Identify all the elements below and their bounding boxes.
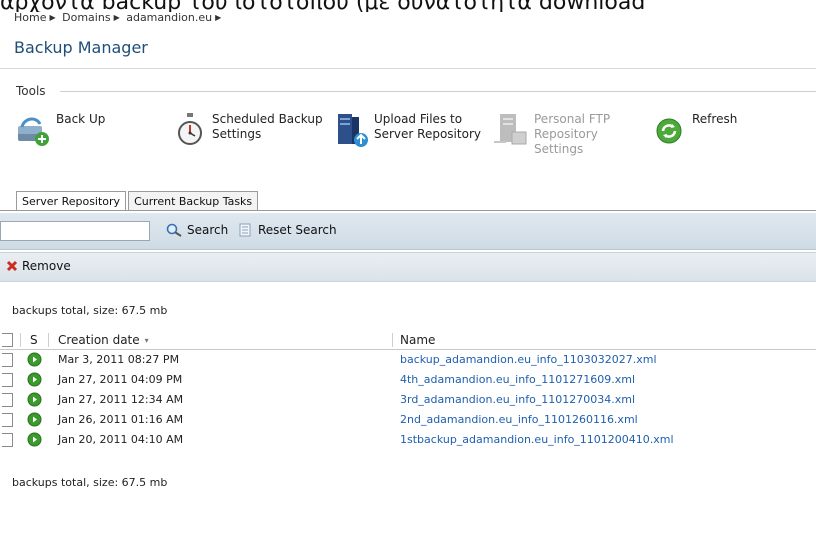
table-row[interactable]: Jan 26, 2011 01:16 AM 2nd_adamandion.eu_i… [0,410,816,430]
backups-total-bottom: backups total, size: 67.5 mb [12,476,168,489]
tools-heading: Tools [16,84,46,98]
stopwatch-icon [176,112,208,148]
backup-creation-date: Jan 27, 2011 04:09 PM [58,373,183,386]
ftp-repository-icon [494,112,530,148]
backup-label: Back Up [56,112,106,126]
table-row[interactable]: Jan 20, 2011 04:10 AM 1stbackup_adamandio… [0,430,816,450]
personal-ftp-settings-button[interactable]: Personal FTP Repository Settings [494,112,610,157]
table-row[interactable]: Jan 27, 2011 12:34 AM 3rd_adamandion.eu_i… [0,390,816,410]
select-all-checkbox[interactable] [2,333,13,347]
table-row[interactable]: Jan 27, 2011 04:09 PM 4th_adamandion.eu_i… [0,370,816,390]
backups-table: S Creation date ▾ Name Mar 3, 2011 08:27 … [0,331,816,450]
backup-button[interactable]: Back Up [16,112,105,148]
status-ok-icon [27,432,42,447]
table-header: S Creation date ▾ Name [0,331,816,350]
breadcrumb-separator-icon: ▶ [215,13,222,22]
search-icon [166,223,182,237]
column-header-creation-date[interactable]: Creation date ▾ [58,333,149,347]
row-checkbox[interactable] [2,373,13,387]
divider [0,68,816,69]
tab-server-repository[interactable]: Server Repository [16,191,127,211]
upload-files-button[interactable]: Upload Files to Server Repository [334,112,481,148]
sort-descending-icon: ▾ [144,336,149,345]
search-bar: Search Reset Search [0,213,816,250]
breadcrumb-separator-icon: ▶ [113,13,120,22]
search-button[interactable]: Search [166,223,228,237]
status-ok-icon [27,372,42,387]
table-body: Mar 3, 2011 08:27 PM backup_adamandion.eu… [0,350,816,450]
backup-creation-date: Jan 26, 2011 01:16 AM [58,413,184,426]
backup-file-link[interactable]: backup_adamandion.eu_info_1103032027.xml [400,353,657,366]
backup-file-link[interactable]: 4th_adamandion.eu_info_1101271609.xml [400,373,635,386]
backup-creation-date: Jan 27, 2011 12:34 AM [58,393,184,406]
tools-divider [60,91,816,92]
breadcrumb: Home ▶ Domains ▶ adamandion.eu ▶ [14,11,224,24]
remove-button[interactable]: Remove [6,259,71,273]
column-header-status[interactable]: S [30,333,38,347]
reset-search-button-label: Reset Search [258,223,337,237]
upload-server-icon [334,112,370,148]
page-title: Backup Manager [14,38,148,57]
column-separator [48,333,49,347]
status-ok-icon [27,352,42,367]
upload-files-label: Upload Files to Server Repository [374,112,481,141]
row-checkbox[interactable] [2,393,13,407]
reset-search-icon [239,223,251,237]
refresh-icon [654,112,688,148]
table-row[interactable]: Mar 3, 2011 08:27 PM backup_adamandion.eu… [0,350,816,370]
row-checkbox[interactable] [2,433,13,447]
row-checkbox[interactable] [2,353,13,367]
backup-file-link[interactable]: 3rd_adamandion.eu_info_1101270034.xml [400,393,635,406]
reset-search-button[interactable]: Reset Search [237,223,337,237]
refresh-button[interactable]: Refresh [654,112,737,148]
search-button-label: Search [187,223,229,237]
remove-icon [6,260,18,272]
tab-current-backup-tasks[interactable]: Current Backup Tasks [128,191,259,211]
tab-divider [0,210,816,211]
backup-creation-date: Mar 3, 2011 08:27 PM [58,353,180,366]
backup-file-link[interactable]: 1stbackup_adamandion.eu_info_1101200410.… [400,433,674,446]
personal-ftp-settings-label: Personal FTP Repository Settings [534,112,611,156]
breadcrumb-domains[interactable]: Domains [62,11,110,24]
scheduled-backup-settings-label: Scheduled Backup Settings [212,112,323,141]
backups-total-top: backups total, size: 67.5 mb [12,304,168,317]
backup-icon [16,112,52,148]
remove-button-label: Remove [22,259,71,273]
breadcrumb-separator-icon: ▶ [49,13,56,22]
search-input[interactable] [0,221,150,241]
breadcrumb-domain[interactable]: adamandion.eu [126,11,212,24]
scheduled-backup-settings-button[interactable]: Scheduled Backup Settings [176,112,323,148]
column-header-creation-date-label: Creation date [58,333,140,347]
backup-file-link[interactable]: 2nd_adamandion.eu_info_1101260116.xml [400,413,638,426]
column-header-name[interactable]: Name [400,333,435,347]
status-ok-icon [27,412,42,427]
status-ok-icon [27,392,42,407]
refresh-label: Refresh [692,112,738,126]
action-toolbar: Remove [0,252,816,282]
column-separator [20,333,21,347]
tab-bar: Server Repository Current Backup Tasks [16,191,260,211]
backup-creation-date: Jan 20, 2011 04:10 AM [58,433,184,446]
column-separator [392,333,393,347]
breadcrumb-home[interactable]: Home [14,11,46,24]
row-checkbox[interactable] [2,413,13,427]
